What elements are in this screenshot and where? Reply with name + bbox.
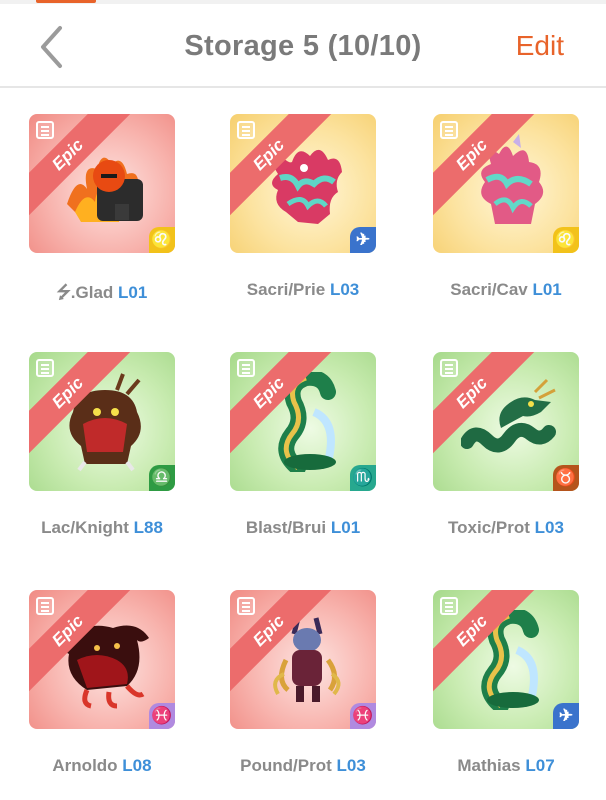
creature-card[interactable]: Epic ✈	[433, 590, 579, 729]
zodiac-leo-icon: ♌	[553, 227, 579, 253]
edit-button[interactable]: Edit	[516, 30, 564, 62]
slot-label: Sacri/Prie L03	[200, 280, 406, 300]
notes-icon	[440, 359, 458, 377]
zodiac-libra-icon: ♎	[149, 465, 175, 491]
creature-card[interactable]: Epic ♌	[433, 114, 579, 253]
zodiac-taurus-icon: ♉	[553, 465, 579, 491]
slot-label: ⭍.Glad L01	[0, 280, 205, 309]
creature-card[interactable]: Epic ♌	[29, 114, 175, 253]
zodiac-pisces-icon: ♓	[149, 703, 175, 729]
slot-name: Mathias	[457, 756, 521, 775]
slot-name: Toxic/Prot	[448, 518, 530, 537]
slot-label: Pound/Prot L03	[200, 756, 406, 776]
notes-icon	[237, 597, 255, 615]
slot-level: L03	[336, 756, 366, 775]
slot-level: L88	[133, 518, 163, 537]
slot-level: L03	[329, 280, 360, 299]
slot-label: Sacri/Cav L01	[403, 280, 606, 300]
creature-card[interactable]: Epic ✈	[230, 114, 376, 253]
notes-icon	[440, 597, 458, 615]
slot-name: Sacri/Prie	[246, 280, 326, 299]
creature-card[interactable]: Epic ♎	[29, 352, 175, 491]
top-accent	[36, 0, 96, 3]
slot-name: Lac/Knight	[41, 518, 129, 537]
slot-label: Lac/Knight L88	[0, 518, 205, 538]
slot-name: Pound/Prot	[240, 756, 332, 775]
slot-level: L01	[118, 283, 148, 302]
notes-icon	[237, 121, 255, 139]
notes-icon	[440, 121, 458, 139]
slot-level: L08	[122, 756, 152, 775]
slot-label: Mathias L07	[403, 756, 606, 776]
slot-level: L01	[532, 280, 562, 299]
zodiac-sagittarius-icon: ✈	[350, 227, 376, 253]
slot-level: L07	[525, 756, 555, 775]
notes-icon	[36, 121, 54, 139]
zodiac-sagittarius-icon: ✈	[553, 703, 579, 729]
notes-icon	[237, 359, 255, 377]
slot-label: Toxic/Prot L03	[403, 518, 606, 538]
slot-name: ⭍.Glad	[56, 283, 114, 302]
slot-name: Blast/Brui	[245, 518, 327, 537]
notes-icon	[36, 597, 54, 615]
zodiac-scorpio-icon: ♏	[350, 465, 376, 491]
slot-name: Sacri/Cav	[450, 280, 528, 299]
creature-card[interactable]: Epic ♓	[29, 590, 175, 729]
slot-name: Arnoldo	[52, 756, 118, 775]
slot-level: L03	[534, 518, 564, 537]
header-bar: Storage 5 (10/10) Edit	[0, 4, 606, 88]
slot-label: Blast/Brui L01	[200, 518, 406, 538]
creature-card[interactable]: Epic ♓	[230, 590, 376, 729]
creature-card[interactable]: Epic ♏	[230, 352, 376, 491]
zodiac-pisces-icon: ♓	[350, 703, 376, 729]
zodiac-leo-icon: ♌	[149, 227, 175, 253]
notes-icon	[36, 359, 54, 377]
creature-card[interactable]: Epic ♉	[433, 352, 579, 491]
slot-level: L01	[330, 518, 361, 537]
slot-label: Arnoldo L08	[0, 756, 205, 776]
